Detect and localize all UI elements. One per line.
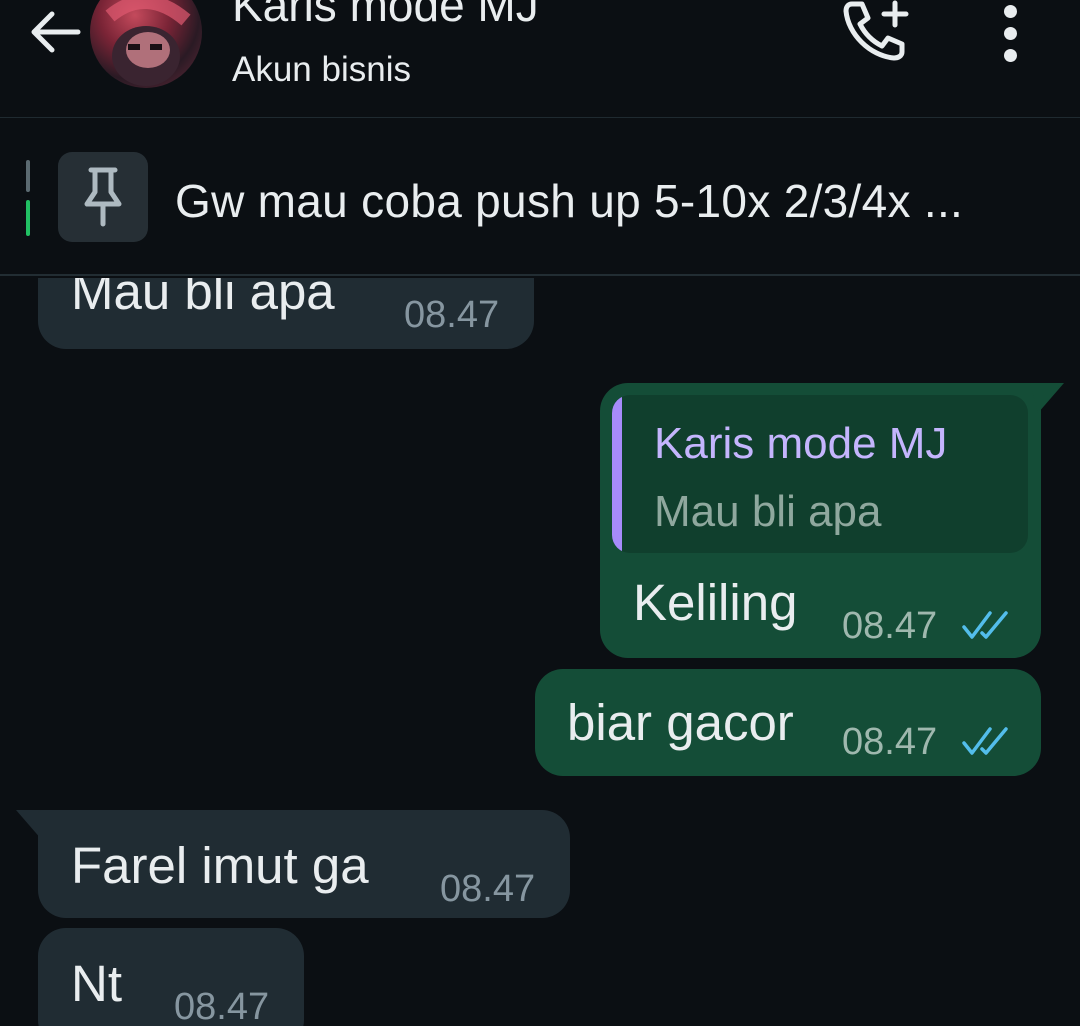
contact-name[interactable]: Karis mode MJ bbox=[232, 0, 539, 32]
pin-icon-container bbox=[58, 152, 148, 242]
message-time: 08.47 bbox=[842, 605, 938, 647]
message-text: biar gacor bbox=[567, 694, 794, 751]
avatar-photo bbox=[105, 0, 191, 86]
add-call-button[interactable] bbox=[838, 0, 912, 66]
message-text: Farel imut ga bbox=[71, 837, 369, 894]
read-ticks-icon bbox=[962, 727, 1008, 755]
incoming-message[interactable]: Nt 08.47 bbox=[38, 928, 304, 1026]
contact-subtitle: Akun bisnis bbox=[232, 50, 411, 89]
quote-accent-bar bbox=[612, 395, 622, 553]
quote-text: Mau bli apa bbox=[654, 487, 882, 536]
message-text: Keliling bbox=[633, 574, 798, 631]
quoted-message[interactable]: Karis mode MJ Mau bli apa bbox=[612, 395, 1028, 553]
pinned-indicator bbox=[26, 160, 30, 192]
pin-icon bbox=[84, 167, 122, 227]
more-options-button[interactable] bbox=[985, 0, 1035, 66]
pinned-message-text: Gw mau coba push up 5-10x 2/3/4x ... bbox=[175, 175, 964, 227]
add-call-icon bbox=[843, 0, 909, 61]
chat-screen: Karis mode MJ Akun bisnis Gw mau coba pu… bbox=[0, 0, 1080, 1026]
incoming-message[interactable]: Mau bli apa 08.47 bbox=[38, 278, 534, 349]
message-time: 08.47 bbox=[404, 294, 500, 336]
message-text: Mau bli apa bbox=[71, 278, 335, 320]
outgoing-message[interactable]: Karis mode MJ Mau bli apa Keliling 08.47 bbox=[600, 383, 1041, 658]
message-time: 08.47 bbox=[842, 721, 938, 763]
bubble-tail-outgoing bbox=[1030, 383, 1064, 413]
back-button[interactable] bbox=[22, 4, 86, 60]
quote-author: Karis mode MJ bbox=[654, 419, 948, 468]
more-vert-icon bbox=[1003, 4, 1017, 18]
message-time: 08.47 bbox=[440, 868, 536, 910]
message-time: 08.47 bbox=[174, 986, 270, 1026]
contact-avatar[interactable] bbox=[90, 0, 202, 88]
pinned-message-bar[interactable]: Gw mau coba push up 5-10x 2/3/4x ... bbox=[0, 120, 1080, 276]
chat-header: Karis mode MJ Akun bisnis bbox=[0, 0, 1080, 118]
outgoing-message[interactable]: biar gacor 08.47 bbox=[535, 669, 1041, 776]
read-ticks-icon bbox=[962, 611, 1008, 639]
pinned-indicator-active bbox=[26, 200, 30, 236]
incoming-message[interactable]: Farel imut ga 08.47 bbox=[38, 810, 570, 918]
back-arrow-icon bbox=[31, 11, 81, 53]
message-text: Nt bbox=[71, 955, 122, 1012]
message-list[interactable]: Mau bli apa 08.47 Karis mode MJ Mau bli … bbox=[0, 278, 1080, 1026]
